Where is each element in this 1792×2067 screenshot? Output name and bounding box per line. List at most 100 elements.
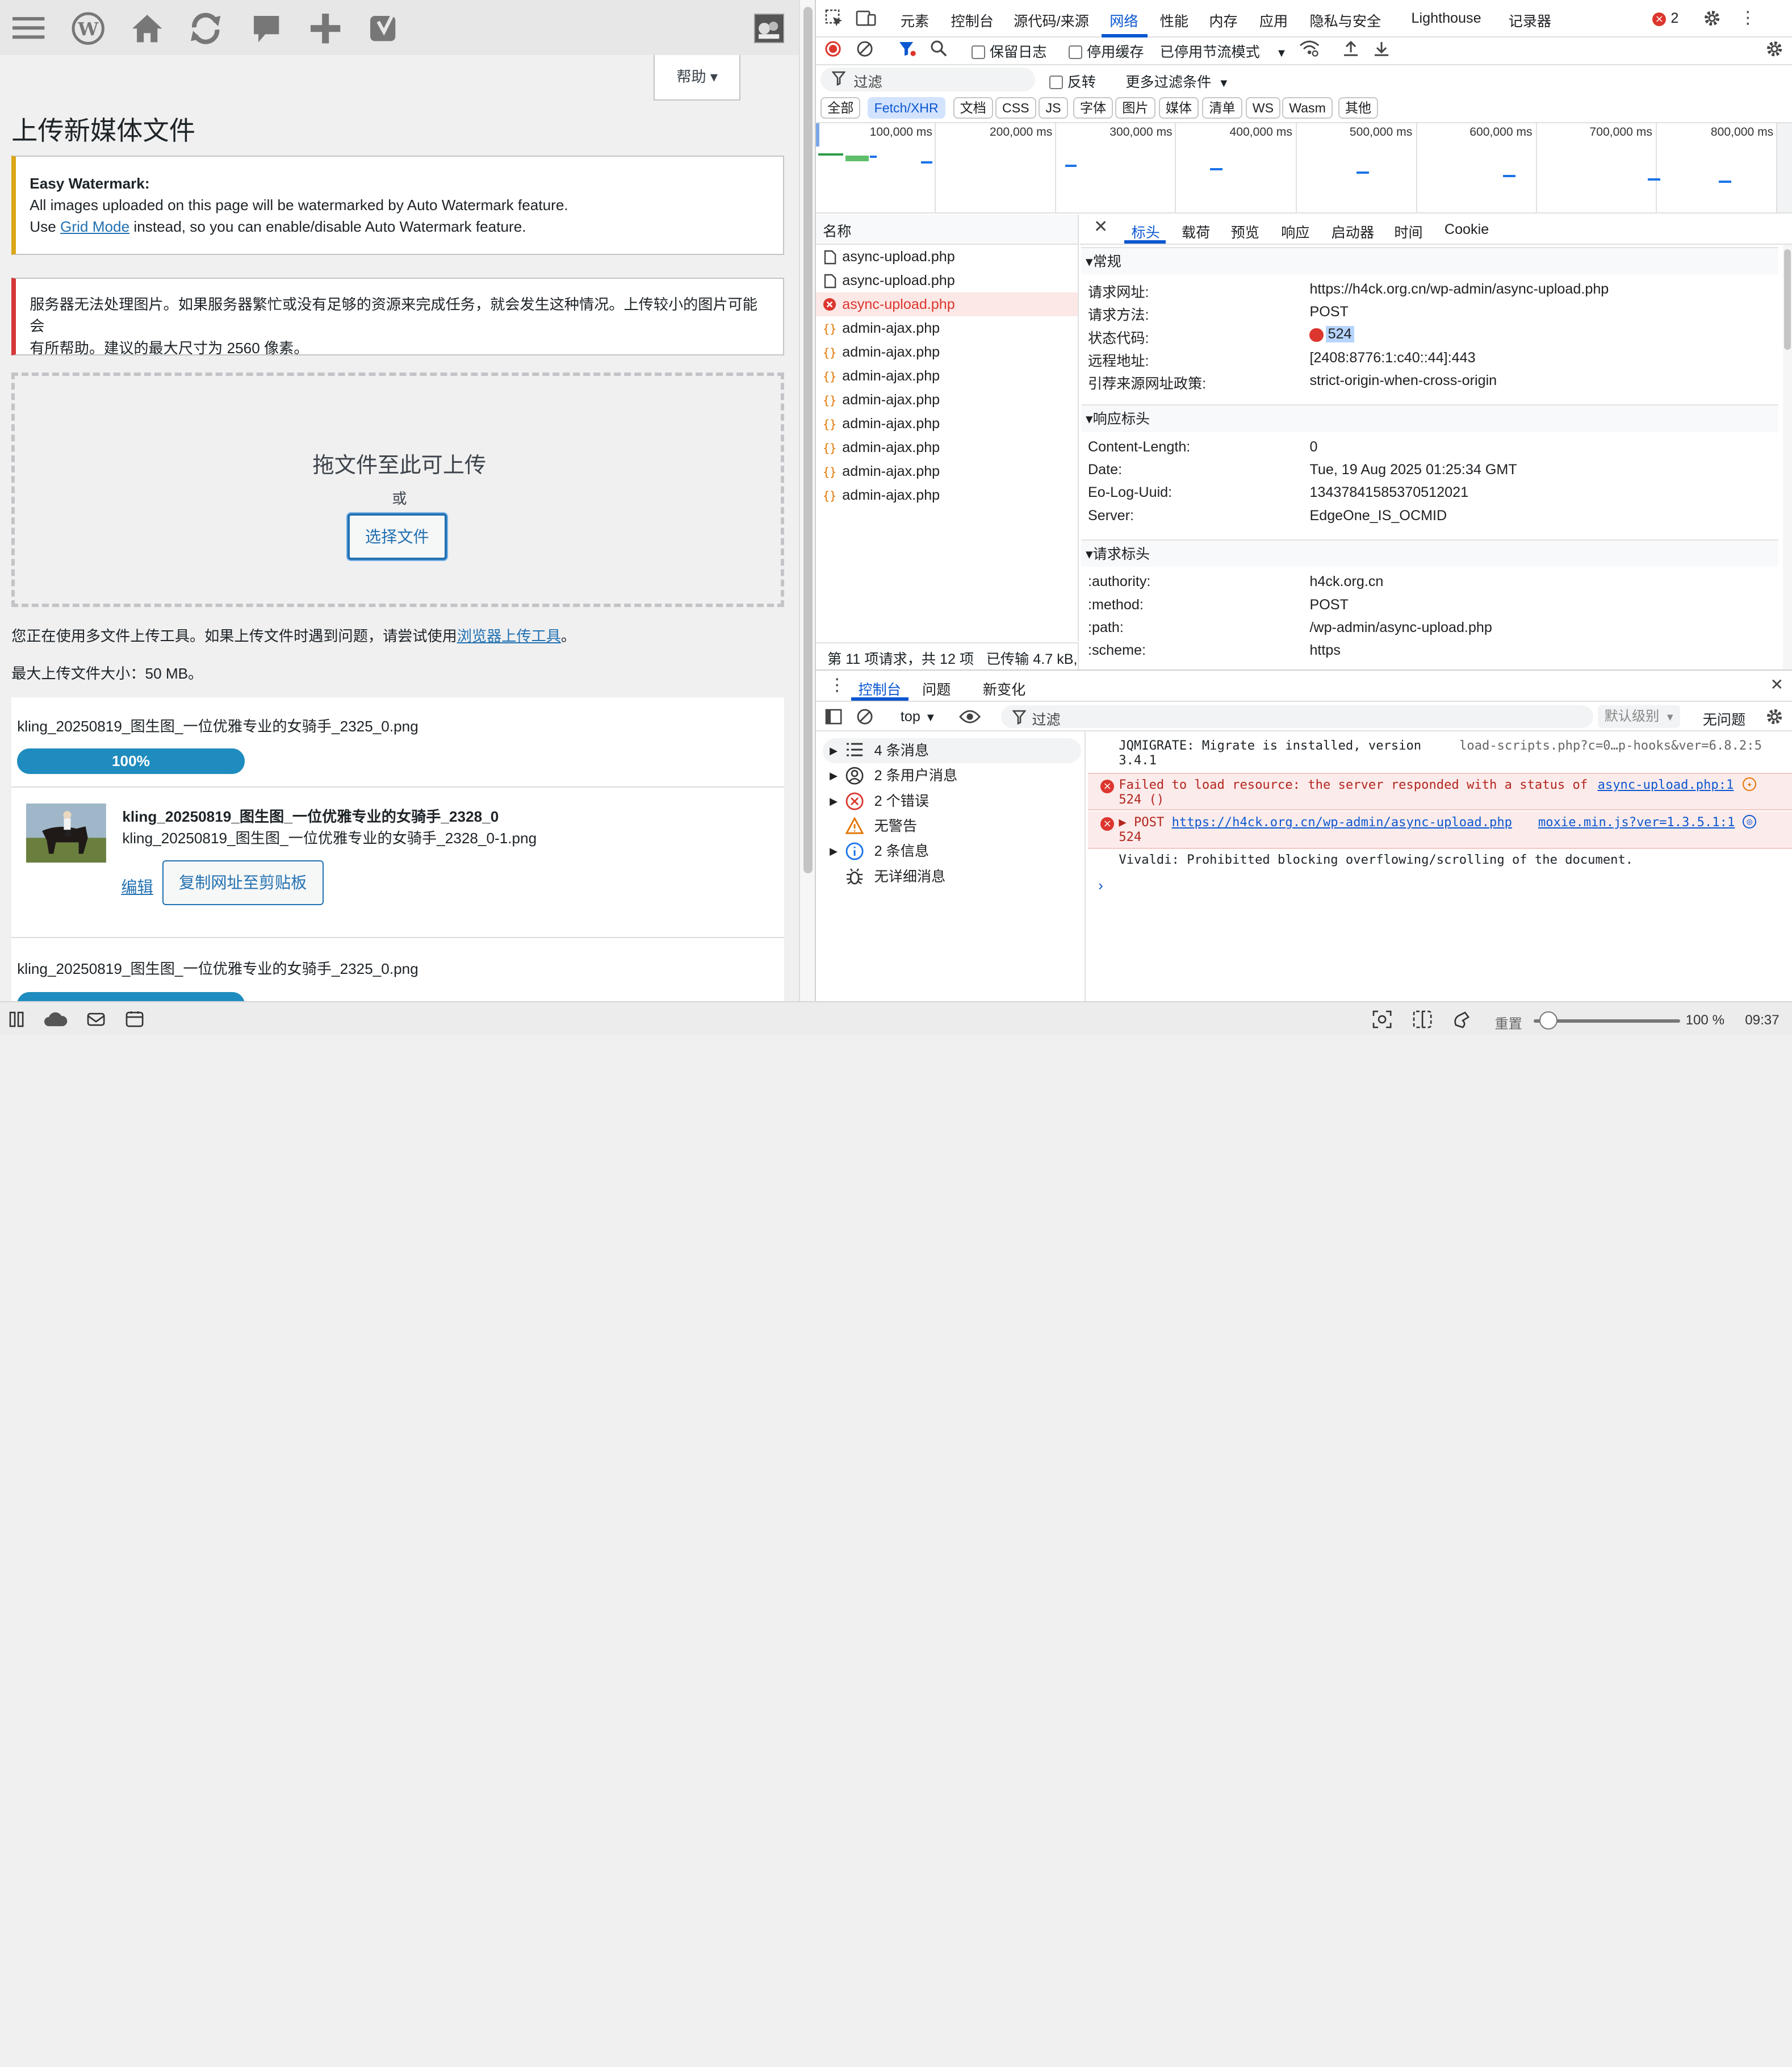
timeline-selection-handle[interactable] bbox=[815, 123, 820, 147]
page-scrollbar[interactable] bbox=[798, 0, 815, 1002]
request-row[interactable]: async-upload.php bbox=[823, 269, 1077, 292]
yoast-icon[interactable] bbox=[368, 11, 402, 45]
tab-response[interactable]: 响应 bbox=[1281, 221, 1309, 242]
sync-cloud-icon[interactable] bbox=[43, 1011, 68, 1027]
chip-media[interactable]: 媒体 bbox=[1158, 97, 1199, 119]
settings-icon[interactable] bbox=[1703, 9, 1721, 27]
scrollbar-thumb[interactable] bbox=[803, 7, 813, 873]
message-source-link[interactable]: async-upload.php:1 bbox=[1598, 777, 1734, 792]
section-request-headers[interactable]: ▾请求标头 bbox=[1081, 539, 1778, 567]
more-filters-dropdown[interactable]: 更多过滤条件 ▼ bbox=[1125, 71, 1229, 91]
expand-triangle-icon[interactable]: ▶ bbox=[830, 789, 838, 814]
console-sidebar-item[interactable]: ▶ 4 条消息 bbox=[830, 738, 1081, 763]
console-filter-input[interactable]: 过滤 bbox=[1001, 705, 1593, 729]
filter-icon[interactable] bbox=[898, 41, 916, 57]
error-count[interactable]: 2 bbox=[1670, 10, 1678, 27]
tab-lighthouse[interactable]: Lighthouse bbox=[1412, 10, 1481, 27]
console-prompt-icon[interactable]: › bbox=[1098, 877, 1103, 894]
console-settings-icon[interactable] bbox=[1765, 708, 1783, 726]
wordpress-logo-icon[interactable]: W bbox=[71, 11, 105, 45]
chip-manifest[interactable]: 清单 bbox=[1202, 97, 1242, 119]
page-actions-icon[interactable] bbox=[1452, 1010, 1472, 1028]
help-tab-button[interactable]: 帮助 ▾ bbox=[654, 55, 741, 101]
clear-icon[interactable] bbox=[857, 41, 873, 57]
console-sidebar-item[interactable]: ▶ 2 条信息 bbox=[830, 839, 1081, 864]
copy-url-button[interactable]: 复制网址至剪贴板 bbox=[162, 860, 324, 905]
drawer-tab-console[interactable]: 控制台 bbox=[858, 679, 901, 699]
message-source[interactable]: load-scripts.php?c=0…p-hooks&ver=6.8.2:5 bbox=[1459, 738, 1762, 753]
tab-elements[interactable]: 元素 bbox=[901, 10, 929, 31]
export-har-icon[interactable] bbox=[1374, 40, 1389, 57]
name-column-header[interactable]: 名称 bbox=[823, 220, 851, 241]
checkbox[interactable] bbox=[971, 45, 985, 60]
preserve-log-checkbox[interactable]: 保留日志 bbox=[971, 41, 1046, 61]
edit-link[interactable]: 编辑 bbox=[121, 874, 153, 898]
tab-timing[interactable]: 时间 bbox=[1394, 221, 1422, 242]
section-response-headers[interactable]: ▾响应标头 bbox=[1081, 404, 1778, 432]
expand-triangle-icon[interactable]: ▶ bbox=[830, 839, 838, 864]
section-general[interactable]: ▾常规 bbox=[1081, 246, 1778, 275]
request-row[interactable]: {} admin-ajax.php bbox=[823, 436, 1077, 459]
filter-input[interactable]: 过滤 bbox=[820, 67, 1036, 91]
select-files-button[interactable]: 选择文件 bbox=[347, 513, 447, 560]
invert-checkbox[interactable]: 反转 bbox=[1049, 71, 1096, 91]
request-row[interactable]: {} admin-ajax.php bbox=[823, 483, 1077, 507]
tab-payload[interactable]: 载荷 bbox=[1182, 221, 1210, 242]
menu-icon[interactable] bbox=[11, 11, 45, 45]
inspect-element-icon[interactable] bbox=[825, 9, 843, 27]
tab-initiator[interactable]: 启动器 bbox=[1332, 221, 1374, 242]
user-avatar[interactable] bbox=[754, 14, 784, 44]
import-har-icon[interactable] bbox=[1343, 40, 1359, 57]
chip-font[interactable]: 字体 bbox=[1073, 97, 1113, 119]
request-row[interactable]: {} admin-ajax.php bbox=[823, 340, 1077, 364]
drawer-tab-whats-new[interactable]: 新变化 bbox=[983, 679, 1025, 699]
message-source-link[interactable]: moxie.min.js?ver=1.3.5.1:1 bbox=[1538, 815, 1735, 830]
network-conditions-icon[interactable] bbox=[1299, 40, 1320, 57]
close-detail-icon[interactable]: ✕ bbox=[1094, 217, 1108, 237]
console-sidebar-item[interactable]: 无详细消息 bbox=[830, 864, 1081, 889]
tab-sources[interactable]: 源代码/来源 bbox=[1014, 10, 1089, 31]
issues-count[interactable]: 无问题 bbox=[1703, 709, 1745, 729]
tab-network[interactable]: 网络 bbox=[1109, 10, 1138, 31]
checkbox[interactable] bbox=[1049, 75, 1063, 89]
close-drawer-icon[interactable]: ✕ bbox=[1770, 675, 1784, 694]
expand-triangle-icon[interactable]: ▶ bbox=[830, 738, 838, 763]
log-level-select[interactable]: 默认级别 ▼ bbox=[1597, 705, 1680, 729]
chip-fetch-xhr[interactable]: Fetch/XHR bbox=[867, 97, 945, 119]
network-request-icon[interactable]: ◎ bbox=[1743, 814, 1757, 829]
console-sidebar-item[interactable]: 无警告 bbox=[830, 814, 1081, 839]
chip-ws[interactable]: WS bbox=[1245, 97, 1281, 119]
tab-application[interactable]: 应用 bbox=[1259, 10, 1288, 31]
expand-triangle-icon[interactable]: ▶ POST bbox=[1119, 815, 1171, 830]
tab-privacy-security[interactable]: 隐私与安全 bbox=[1309, 10, 1381, 31]
zoom-reset-label[interactable]: 重置 bbox=[1494, 1012, 1522, 1032]
chip-wasm[interactable]: Wasm bbox=[1282, 97, 1333, 119]
calendar-icon[interactable] bbox=[125, 1010, 144, 1027]
checkbox[interactable] bbox=[1068, 45, 1082, 60]
mail-icon[interactable] bbox=[87, 1011, 105, 1027]
clear-console-icon[interactable] bbox=[857, 709, 873, 725]
network-settings-icon[interactable] bbox=[1765, 40, 1783, 58]
updates-icon[interactable] bbox=[187, 11, 221, 45]
device-toolbar-icon[interactable] bbox=[856, 9, 876, 27]
drawer-tab-issues[interactable]: 问题 bbox=[922, 679, 951, 699]
comments-icon[interactable] bbox=[249, 11, 283, 45]
browser-uploader-link[interactable]: 浏览器上传工具 bbox=[457, 627, 561, 645]
tab-memory[interactable]: 内存 bbox=[1209, 10, 1237, 31]
request-row[interactable]: {} admin-ajax.php bbox=[823, 412, 1077, 436]
console-sidebar-item[interactable]: ▶ 2 个错误 bbox=[830, 789, 1081, 814]
more-options-icon[interactable]: ⋮ bbox=[1739, 8, 1756, 28]
console-sidebar-item[interactable]: ▶ 2 条用户消息 bbox=[830, 763, 1081, 788]
search-icon[interactable] bbox=[930, 40, 947, 57]
throttling-select[interactable]: 已停用节流模式 ▼ bbox=[1160, 41, 1287, 61]
request-row[interactable]: {} admin-ajax.php bbox=[823, 364, 1077, 388]
expand-triangle-icon[interactable]: ▶ bbox=[830, 763, 838, 788]
request-row[interactable]: {} admin-ajax.php bbox=[823, 459, 1077, 483]
message-text[interactable]: ▶ POST https://h4ck.org.cn/wp-admin/asyn… bbox=[1119, 815, 1512, 830]
tab-preview[interactable]: 预览 bbox=[1231, 221, 1259, 242]
record-icon[interactable] bbox=[825, 41, 841, 57]
chip-js[interactable]: JS bbox=[1039, 97, 1068, 119]
capture-icon[interactable] bbox=[1372, 1010, 1392, 1028]
request-row[interactable]: {} admin-ajax.php bbox=[823, 316, 1077, 340]
tab-cookies[interactable]: Cookie bbox=[1445, 221, 1489, 238]
